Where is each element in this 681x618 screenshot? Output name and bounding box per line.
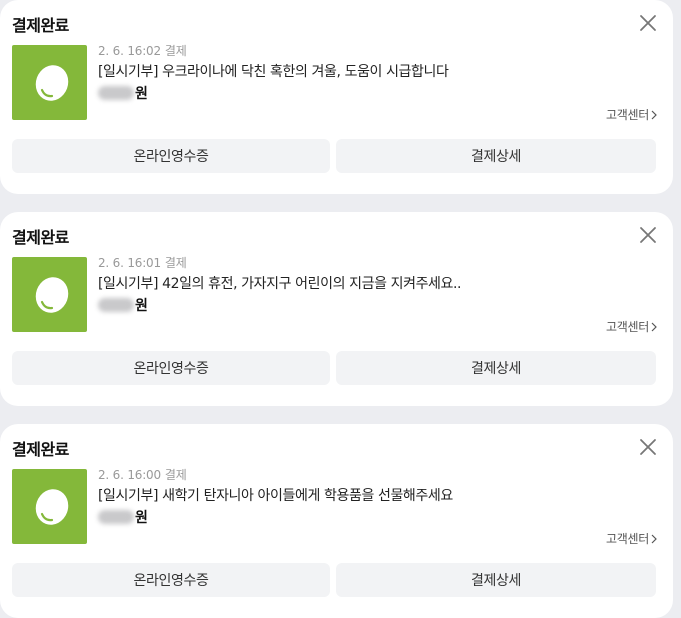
payment-card-2: 결제완료 2. 6. 16:01 결제 [일시기부] 42일의 휴전, 가자지구 … (0, 212, 673, 406)
close-icon (640, 15, 656, 31)
bean-logo-icon (35, 277, 69, 313)
chevron-right-icon (651, 110, 657, 119)
payment-card-3: 결제완료 2. 6. 16:00 결제 [일시기부] 새학기 탄자니아 아이들에게… (0, 424, 673, 618)
card-title: 결제완료 (12, 228, 69, 247)
payment-card-1: 결제완료 2. 6. 16:02 결제 [일시기부] 우크라이나에 닥친 혹한의 … (0, 0, 673, 194)
customer-center-link[interactable]: 고객센터 (606, 318, 657, 335)
bean-logo-icon (35, 489, 69, 525)
payment-status: 결제 (164, 256, 187, 270)
customer-center-link[interactable]: 고객센터 (606, 530, 657, 547)
close-button[interactable] (639, 438, 657, 456)
payment-amount: 원 (98, 295, 148, 315)
amount-blurred (98, 298, 134, 312)
close-icon (640, 227, 656, 243)
amount-currency: 원 (135, 298, 148, 314)
customer-center-link[interactable]: 고객센터 (606, 106, 657, 123)
close-button[interactable] (639, 226, 657, 244)
payment-status: 결제 (164, 468, 187, 482)
card-title: 결제완료 (12, 16, 69, 35)
amount-blurred (98, 510, 134, 524)
payment-date: 2. 6. 16:00 (98, 468, 161, 482)
customer-center-label: 고객센터 (606, 320, 649, 334)
payment-detail-button[interactable]: 결제상세 (336, 351, 656, 385)
payment-detail-button[interactable]: 결제상세 (336, 139, 656, 173)
payment-meta: 2. 6. 16:01 결제 (98, 254, 187, 271)
payment-amount: 원 (98, 83, 148, 103)
donation-thumbnail (12, 469, 87, 544)
payment-meta: 2. 6. 16:02 결제 (98, 42, 187, 59)
bean-logo-icon (35, 65, 69, 101)
product-name[interactable]: [일시기부] 42일의 휴전, 가자지구 어린이의 지금을 지켜주세요.. (98, 273, 462, 293)
donation-thumbnail (12, 45, 87, 120)
payment-status: 결제 (164, 44, 187, 58)
amount-currency: 원 (135, 510, 148, 526)
payment-meta: 2. 6. 16:00 결제 (98, 466, 187, 483)
customer-center-label: 고객센터 (606, 532, 649, 546)
product-name[interactable]: [일시기부] 새학기 탄자니아 아이들에게 학용품을 선물해주세요 (98, 485, 453, 505)
product-name[interactable]: [일시기부] 우크라이나에 닥친 혹한의 겨울, 도움이 시급합니다 (98, 61, 449, 81)
payment-amount: 원 (98, 507, 148, 527)
payment-detail-button[interactable]: 결제상세 (336, 563, 656, 597)
amount-currency: 원 (135, 86, 148, 102)
online-receipt-button[interactable]: 온라인영수증 (12, 351, 330, 385)
online-receipt-button[interactable]: 온라인영수증 (12, 139, 330, 173)
close-button[interactable] (639, 14, 657, 32)
close-icon (640, 439, 656, 455)
online-receipt-button[interactable]: 온라인영수증 (12, 563, 330, 597)
card-title: 결제완료 (12, 440, 69, 459)
amount-blurred (98, 86, 134, 100)
chevron-right-icon (651, 534, 657, 543)
chevron-right-icon (651, 322, 657, 331)
donation-thumbnail (12, 257, 87, 332)
payment-date: 2. 6. 16:02 (98, 44, 161, 58)
payment-date: 2. 6. 16:01 (98, 256, 161, 270)
customer-center-label: 고객센터 (606, 108, 649, 122)
